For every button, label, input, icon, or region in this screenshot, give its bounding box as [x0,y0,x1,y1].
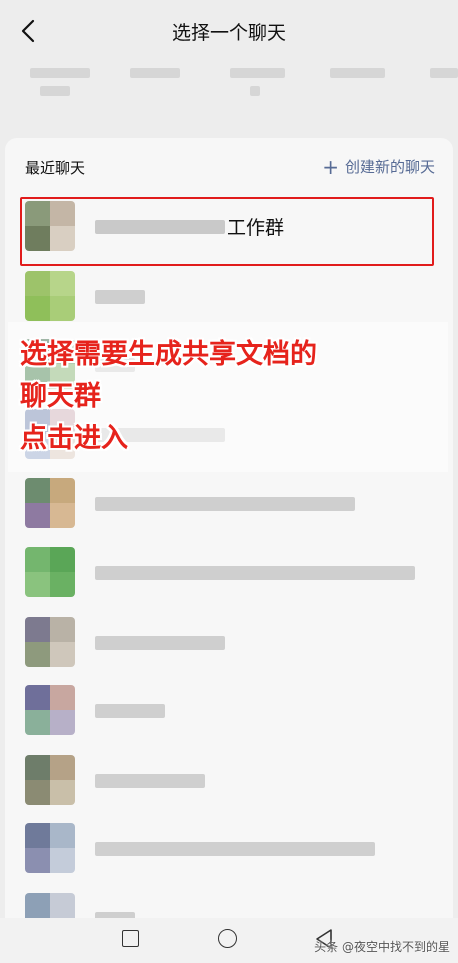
plus-icon: + [322,154,339,179]
top-bar: 选择一个聊天 [0,0,458,64]
watermark: 头条 @夜空中找不到的星 [314,940,450,954]
avatar [25,823,75,873]
avatar [25,271,75,321]
chat-row[interactable] [5,538,453,607]
avatar [25,685,75,735]
home-icon[interactable] [218,929,237,948]
chat-name-redacted [95,842,375,856]
page-title: 选择一个聊天 [171,22,286,44]
create-new-chat-button[interactable]: + 创建新的聊天 [322,156,435,177]
avatar [25,893,75,918]
annotation-line-3: 点击进入 [20,423,128,454]
chat-row[interactable] [5,608,453,677]
avatar [25,547,75,597]
chat-name-redacted [95,774,205,788]
chat-row[interactable] [5,814,453,883]
system-nav-bar: 头条 @夜空中找不到的星 [0,918,458,963]
avatar [25,478,75,528]
chat-row[interactable] [5,262,453,331]
create-new-chat-label: 创建新的聊天 [344,158,435,176]
annotation-line-1: 选择需要生成共享文档的 [20,339,317,370]
chat-name-redacted [95,497,355,511]
chat-row[interactable] [5,884,453,918]
chat-row[interactable] [5,746,453,815]
chat-row[interactable] [5,469,453,538]
recent-contacts-strip [0,64,458,138]
chat-row[interactable] [5,676,453,745]
highlight-box [20,197,434,266]
recent-apps-icon[interactable] [122,930,139,947]
avatar [25,755,75,805]
chat-name-redacted [95,636,225,650]
annotation-line-2: 聊天群 [20,381,101,412]
chat-name-redacted [95,566,415,580]
chat-name-redacted [95,290,145,304]
chat-name-redacted [95,704,165,718]
avatar [25,617,75,667]
recent-chats-label: 最近聊天 [25,159,86,177]
